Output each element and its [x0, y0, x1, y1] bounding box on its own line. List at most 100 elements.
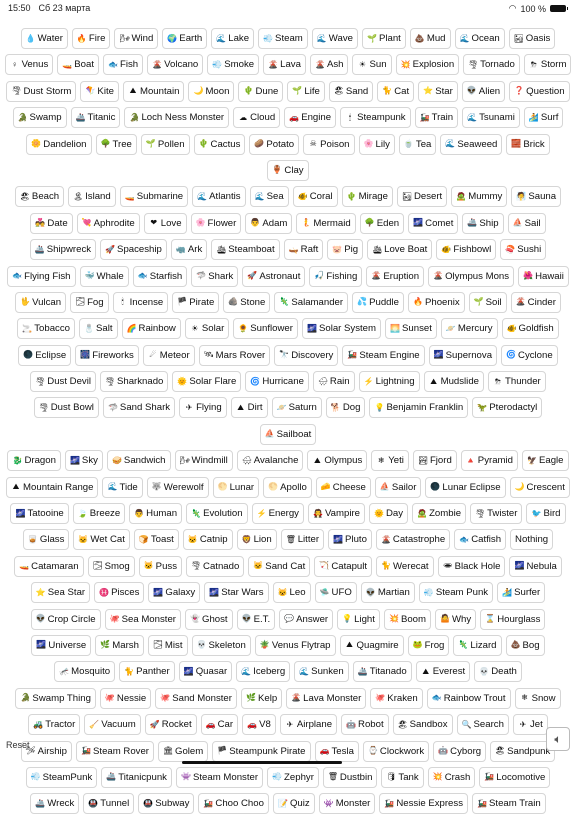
element-chip-leo[interactable]: 😺 Leo	[272, 582, 311, 604]
element-chip-sandbox[interactable]: 🏖 Sandbox	[392, 714, 453, 736]
element-chip-sky[interactable]: 🌌 Sky	[64, 450, 103, 472]
element-chip-atlantis[interactable]: 🌊 Atlantis	[192, 186, 246, 208]
element-chip-zephyr[interactable]: 💨 Zephyr	[267, 766, 319, 788]
element-chip-sand[interactable]: 🏖 Sand	[328, 80, 374, 102]
element-chip-avalanche[interactable]: 🌨 Avalanche	[236, 450, 304, 472]
element-chip-glass[interactable]: 🥃 Glass	[22, 529, 70, 551]
element-chip-cactus[interactable]: 🌵 Cactus	[193, 133, 246, 155]
element-chip-robot[interactable]: 🤖 Robot	[341, 714, 389, 736]
element-chip-wreck[interactable]: 🚢 Wreck	[30, 793, 80, 815]
element-chip-day[interactable]: 🌞 Day	[369, 503, 409, 525]
element-chip-catfish[interactable]: 🐟 Catfish	[454, 529, 507, 551]
element-chip-stone[interactable]: 🪨 Stone	[223, 291, 271, 313]
element-chip-fishing[interactable]: 🎣 Fishing	[309, 265, 363, 287]
element-chip-locomotive[interactable]: 🚂 Locomotive	[479, 766, 551, 788]
element-chip-phoenix[interactable]: 🔥 Phoenix	[407, 291, 465, 313]
element-chip-sail[interactable]: ⛵ Sail	[507, 212, 546, 234]
element-chip-fjord[interactable]: 🏞 Fjord	[412, 450, 457, 472]
element-chip-litter[interactable]: 🗑 Litter	[280, 529, 325, 551]
element-chip-fishbowl[interactable]: 🐠 Fishbowl	[436, 239, 497, 261]
element-chip-galaxy[interactable]: 🌌 Galaxy	[148, 582, 201, 604]
element-chip-ark[interactable]: 🦏 Ark	[170, 239, 208, 261]
element-chip-life[interactable]: 🌱 Life	[287, 80, 325, 102]
element-chip-meteor[interactable]: ☄ Meteor	[142, 344, 195, 366]
element-chip-eruption[interactable]: 🌋 Eruption	[366, 265, 425, 287]
element-chip-surf[interactable]: 🏄 Surf	[523, 107, 564, 129]
element-chip-flying[interactable]: ✈ Flying	[179, 397, 227, 419]
element-chip-pirate[interactable]: 🏴 Pirate	[172, 291, 220, 313]
element-chip-lake[interactable]: 🌊 Lake	[211, 28, 255, 49]
element-chip-vulcan[interactable]: 🖖 Vulcan	[15, 291, 67, 313]
element-chip-choo-choo[interactable]: 🚂 Choo Choo	[198, 793, 269, 815]
element-chip-hurricane[interactable]: 🌀 Hurricane	[245, 371, 309, 393]
element-chip-airplane[interactable]: ✈ Airplane	[279, 714, 338, 736]
element-chip-answer[interactable]: 💬 Answer	[279, 608, 334, 630]
element-chip-puddle[interactable]: 💦 Puddle	[352, 291, 404, 313]
element-chip-boom[interactable]: 💥 Boom	[383, 608, 431, 630]
element-chip-mars-rover[interactable]: 🛰 Mars Rover	[198, 344, 271, 366]
element-chip-supernova[interactable]: 🌌 Supernova	[428, 344, 498, 366]
element-chip-frog[interactable]: 🐸 Frog	[407, 634, 450, 656]
element-chip-eagle[interactable]: 🦅 Eagle	[521, 450, 569, 472]
element-chip-steam-monster[interactable]: 👾 Steam Monster	[175, 766, 264, 788]
element-chip-golem[interactable]: 🏛 Golem	[157, 740, 209, 762]
element-chip-nessie[interactable]: 🐙 Nessie	[99, 687, 152, 709]
element-chip-quiz[interactable]: 📝 Quiz	[272, 793, 315, 815]
element-chip-panther[interactable]: 🐈 Panther	[119, 661, 175, 683]
element-chip-car[interactable]: 🚗 Car	[200, 714, 239, 736]
element-chip-seaweed[interactable]: 🌊 Seaweed	[440, 133, 503, 155]
element-chip-tatooine[interactable]: 🌌 Tatooine	[10, 503, 69, 525]
element-chip-clockwork[interactable]: ⌚ Clockwork	[362, 740, 430, 762]
element-chip-shipwreck[interactable]: 🚢 Shipwreck	[29, 239, 97, 261]
element-chip-rocket[interactable]: 🚀 Rocket	[144, 714, 197, 736]
element-chip-sunken[interactable]: 🌊 Sunken	[294, 661, 349, 683]
element-chip-nebula[interactable]: 🌌 Nebula	[509, 555, 562, 577]
element-chip-titanic[interactable]: 🚢 Titanic	[70, 107, 121, 129]
element-chip-smog[interactable]: 🌫 Smog	[87, 555, 135, 577]
element-chip-iceberg[interactable]: 🌊 Iceberg	[236, 661, 291, 683]
element-chip-raft[interactable]: 🛶 Raft	[283, 239, 324, 261]
element-chip-steam[interactable]: 💨 Steam	[258, 28, 308, 49]
element-chip-rainbow[interactable]: 🌈 Rainbow	[121, 318, 181, 340]
element-chip-tunnel[interactable]: 🚇 Tunnel	[83, 793, 135, 815]
speaker-button[interactable]: 🔈︎	[546, 727, 570, 751]
element-chip-titanicpunk[interactable]: 🚢 Titanicpunk	[101, 766, 172, 788]
element-chip-human[interactable]: 👨 Human	[129, 503, 183, 525]
element-chip-steam-rover[interactable]: 🚂 Steam Rover	[76, 740, 154, 762]
element-chip-steam-punk[interactable]: 💨 Steam Punk	[418, 582, 494, 604]
element-chip-olympus-mons[interactable]: 🌋 Olympus Mons	[428, 265, 515, 287]
element-chip-lava-monster[interactable]: 🌋 Lava Monster	[286, 687, 367, 709]
element-chip-v8[interactable]: 🚗 V8	[242, 714, 276, 736]
element-chip-explosion[interactable]: 💥 Explosion	[395, 54, 460, 76]
element-chip-werecat[interactable]: 🐈 Werecat	[376, 555, 434, 577]
element-chip-apollo[interactable]: 🌕 Apollo	[263, 476, 312, 498]
element-chip-sun[interactable]: ☀ Sun	[352, 54, 392, 76]
element-chip-pig[interactable]: 🐷 Pig	[327, 239, 364, 261]
element-chip-cyclone[interactable]: 🌀 Cyclone	[501, 344, 558, 366]
element-chip-sea-star[interactable]: ⭐ Sea Star	[30, 582, 91, 604]
element-chip-snow[interactable]: ❄ Snow	[514, 687, 561, 709]
element-chip-solar-flare[interactable]: 🌞 Solar Flare	[172, 371, 242, 393]
element-chip-sailboat[interactable]: ⛵ Sailboat	[259, 423, 317, 445]
element-chip-subway[interactable]: 🚇 Subway	[138, 793, 195, 815]
element-chip-death[interactable]: 💀 Death	[474, 661, 522, 683]
element-chip-mist[interactable]: 🌫 Mist	[147, 634, 188, 656]
element-chip-sushi[interactable]: 🍣 Sushi	[500, 239, 547, 261]
element-chip-jet[interactable]: ✈ Jet	[512, 714, 548, 736]
element-chip-sea[interactable]: 🌊 Sea	[249, 186, 289, 208]
element-chip-cyborg[interactable]: 🤖 Cyborg	[433, 740, 487, 762]
element-chip-everest[interactable]: ⛰ Everest	[415, 661, 471, 683]
element-chip-ocean[interactable]: 🌊 Ocean	[454, 28, 505, 49]
element-chip-potato[interactable]: 🥔 Potato	[249, 133, 300, 155]
element-chip-skeleton[interactable]: 💀 Skeleton	[191, 634, 251, 656]
element-chip-soil[interactable]: 🌱 Soil	[468, 291, 507, 313]
element-chip-kraken[interactable]: 🐙 Kraken	[370, 687, 423, 709]
element-chip-venus-flytrap[interactable]: 🪴 Venus Flytrap	[254, 634, 336, 656]
element-chip-mummy[interactable]: 🧟 Mummy	[451, 186, 508, 208]
element-chip-benjamin-franklin[interactable]: 💡 Benjamin Franklin	[369, 397, 469, 419]
element-chip-dragon[interactable]: 🐉 Dragon	[7, 450, 61, 472]
element-chip-martian[interactable]: 👽 Martian	[360, 582, 415, 604]
element-chip-fish[interactable]: 🐟 Fish	[103, 54, 144, 76]
element-chip-tide[interactable]: 🌊 Tide	[102, 476, 143, 498]
element-chip-oasis[interactable]: 🏜 Oasis	[508, 28, 556, 49]
